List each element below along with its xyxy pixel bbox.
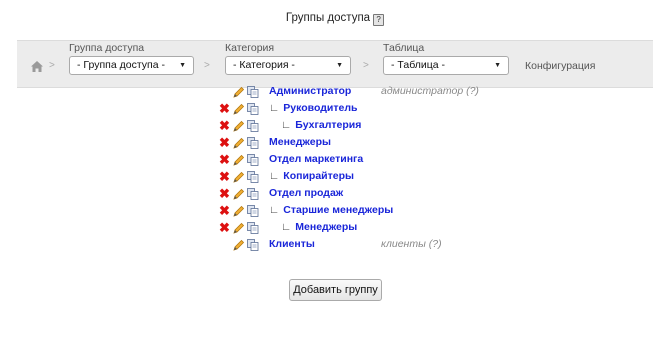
group-name: Отдел маркетинга (269, 153, 364, 165)
row-actions: ✖ (219, 170, 265, 184)
group-description: клиенты (?) (381, 238, 442, 250)
group-name: Клиенты (269, 238, 315, 250)
chevron-down-icon: ▼ (336, 62, 343, 69)
delete-icon[interactable]: ✖ (219, 221, 230, 234)
group-link[interactable]: Менеджеры (269, 136, 331, 148)
pencil-icon[interactable] (233, 171, 245, 183)
category-select[interactable]: - Категория - ▼ (225, 56, 351, 75)
home-icon[interactable] (31, 61, 43, 72)
tree-row: ✖ ∟ Руководитель (219, 101, 649, 117)
table-select-value: - Таблица - (391, 59, 445, 71)
group-link[interactable]: ∟ Копирайтеры (269, 170, 354, 182)
pencil-icon[interactable] (233, 188, 245, 200)
tree-row: ✖ Менеджеры (219, 135, 649, 151)
delete-icon[interactable]: ✖ (219, 136, 230, 149)
group-link[interactable]: ∟ Бухгалтерия (281, 119, 361, 131)
copy-icon[interactable] (247, 120, 259, 132)
category-filter-label: Категория (225, 42, 275, 54)
group-description: администратор (?) (381, 85, 479, 97)
row-actions: ✖ (219, 221, 265, 235)
group-name: Бухгалтерия (295, 119, 362, 131)
copy-icon[interactable] (247, 137, 259, 149)
delete-icon[interactable]: ✖ (219, 153, 230, 166)
help-icon[interactable]: ? (373, 14, 385, 26)
table-filter-label: Таблица (383, 42, 425, 54)
chevron-down-icon: ▼ (494, 62, 501, 69)
row-actions: ✖ (219, 102, 265, 116)
tree-row: ✖ ∟ Старшие менеджеры (219, 203, 649, 219)
copy-icon[interactable] (247, 222, 259, 234)
pencil-icon[interactable] (233, 137, 245, 149)
row-actions: ✖ (219, 119, 265, 133)
group-link[interactable]: ∟ Руководитель (269, 102, 357, 114)
row-actions: ✖ (219, 204, 265, 218)
group-link[interactable]: ∟ Старшие менеджеры (269, 204, 393, 216)
row-actions: ✖ (219, 153, 265, 167)
group-name: Копирайтеры (283, 170, 354, 182)
tree-branch-marker: ∟ (269, 170, 280, 182)
copy-icon[interactable] (247, 239, 259, 251)
row-actions (219, 239, 265, 252)
row-actions (219, 86, 265, 99)
group-link[interactable]: Отдел маркетинга (269, 153, 363, 165)
tree-branch-marker: ∟ (281, 119, 292, 131)
page-title: Группы доступа? (0, 12, 670, 26)
breadcrumb-separator: > (363, 60, 369, 71)
row-actions: ✖ (219, 136, 265, 150)
table-select[interactable]: - Таблица - ▼ (383, 56, 509, 75)
pencil-icon[interactable] (233, 222, 245, 234)
chevron-down-icon: ▼ (179, 62, 186, 69)
category-select-value: - Категория - (233, 59, 295, 71)
tree-row: ✖ ∟ Копирайтеры (219, 169, 649, 185)
tree-row: ✖ ∟ Бухгалтерия (219, 118, 649, 134)
tree-row: ✖ Отдел продаж (219, 186, 649, 202)
group-name: Администратор (269, 85, 352, 97)
page-title-text: Группы доступа (285, 12, 371, 24)
filter-navbar: > Группа доступа - Группа доступа - ▼ > … (17, 40, 653, 88)
tree-branch-marker: ∟ (269, 204, 280, 216)
delete-icon[interactable]: ✖ (219, 102, 230, 115)
group-name: Отдел продаж (269, 187, 344, 199)
group-name: Менеджеры (295, 221, 358, 233)
group-name: Менеджеры (269, 136, 331, 148)
copy-icon[interactable] (247, 188, 259, 200)
tree-row: ✖ Отдел маркетинга (219, 152, 649, 168)
copy-icon[interactable] (247, 205, 259, 217)
delete-icon[interactable]: ✖ (219, 204, 230, 217)
group-select-value: - Группа доступа - (77, 59, 165, 71)
tree-branch-marker: ∟ (269, 102, 280, 114)
copy-icon[interactable] (247, 154, 259, 166)
group-filter-label: Группа доступа (69, 42, 145, 54)
delete-icon[interactable]: ✖ (219, 187, 230, 200)
group-link[interactable]: Администратор (269, 85, 351, 97)
group-link[interactable]: Клиенты (269, 238, 315, 250)
delete-icon[interactable]: ✖ (219, 119, 230, 132)
delete-icon[interactable]: ✖ (219, 170, 230, 183)
group-link[interactable]: Отдел продаж (269, 187, 343, 199)
pencil-icon[interactable] (233, 239, 245, 251)
copy-icon[interactable] (247, 171, 259, 183)
group-link[interactable]: ∟ Менеджеры (281, 221, 357, 233)
breadcrumb-separator: > (204, 60, 210, 71)
tree-branch-marker: ∟ (281, 221, 292, 233)
pencil-icon[interactable] (233, 120, 245, 132)
configuration-link[interactable]: Конфигурация (525, 60, 595, 72)
group-select[interactable]: - Группа доступа - ▼ (69, 56, 194, 75)
copy-icon[interactable] (247, 103, 259, 115)
tree-row: ✖ ∟ Менеджеры (219, 220, 649, 236)
row-actions: ✖ (219, 187, 265, 201)
tree-row: Администратор администратор (?) (219, 84, 649, 100)
group-name: Руководитель (283, 102, 358, 114)
pencil-icon[interactable] (233, 103, 245, 115)
copy-icon[interactable] (247, 86, 259, 98)
pencil-icon[interactable] (233, 154, 245, 166)
pencil-icon[interactable] (233, 86, 245, 98)
breadcrumb-separator: > (49, 60, 55, 71)
add-group-button[interactable]: Добавить группу (289, 279, 382, 301)
pencil-icon[interactable] (233, 205, 245, 217)
group-name: Старшие менеджеры (283, 204, 394, 216)
tree-row: Клиенты клиенты (?) (219, 237, 649, 253)
